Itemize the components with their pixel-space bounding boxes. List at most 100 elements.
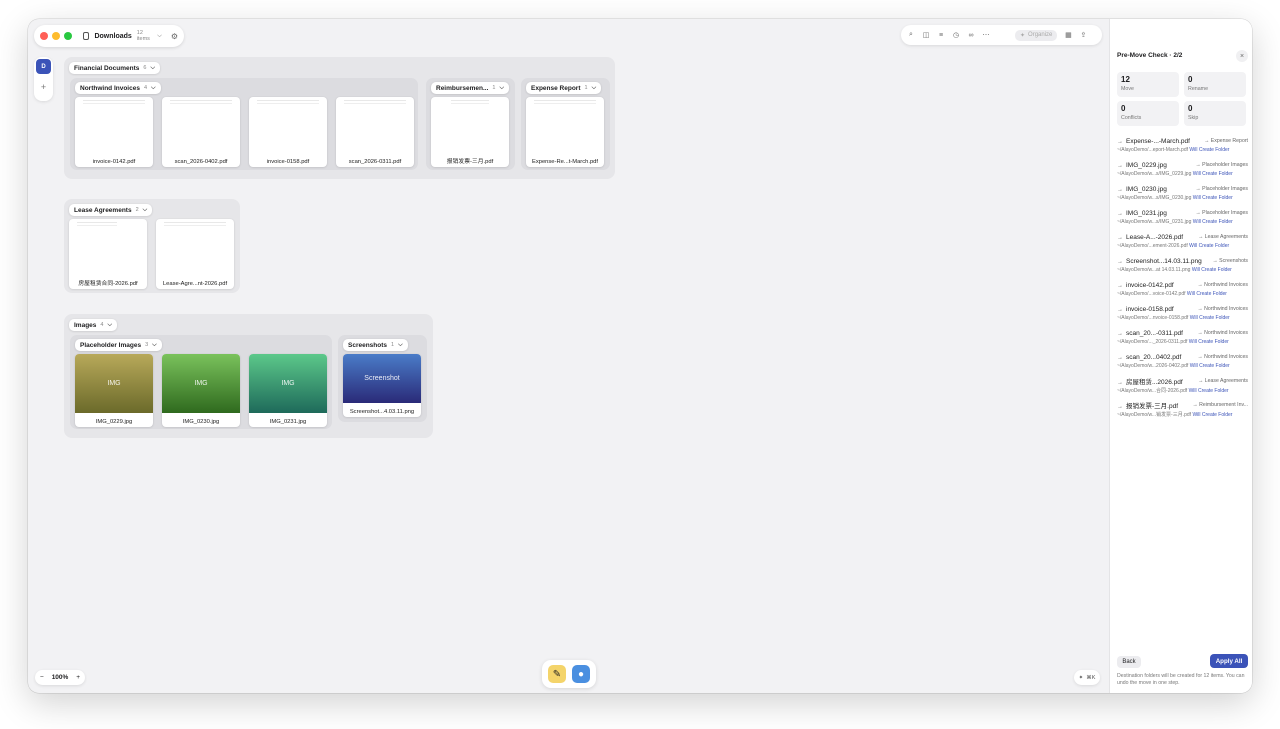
group-financial-documents[interactable]: Financial Documents 6 ⌵ Northwind Invoic… [64, 57, 615, 179]
arrow-right-icon: → [1117, 380, 1123, 386]
file-card[interactable]: invoice-0158.pdf [249, 97, 327, 167]
command-shortcut[interactable]: ✦ ⌘K [1074, 670, 1100, 685]
window-titlebar: Downloads 12 items ⌵ ⚙ [34, 25, 184, 47]
list-item[interactable]: → IMG_0229.jpg → Placeholder Images ~/Alay… [1117, 160, 1248, 184]
arrow-right-icon: → [1117, 354, 1123, 361]
file-card[interactable]: IMG IMG_0230.jpg [162, 354, 240, 427]
move-destination: → Northwind Invoices [1197, 282, 1248, 288]
file-card[interactable]: IMG IMG_0229.jpg [75, 354, 153, 427]
list-item[interactable]: → scan_20...0402.pdf → Northwind Invoices … [1117, 352, 1248, 376]
finder-app-icon[interactable]: ● [572, 665, 590, 683]
move-action: Will Create Folder [1188, 388, 1229, 394]
list-item[interactable]: → Screenshot...14.03.11.png → Screenshots … [1117, 256, 1248, 280]
brush-app-icon[interactable]: ✎ [548, 665, 566, 683]
file-card[interactable]: 报销发票-三月.pdf [431, 97, 509, 167]
list-item[interactable]: → 报销发票-三月.pdf → Reimbursement Inv... ~/Ala… [1117, 400, 1248, 424]
chevron-down-icon: ⌵ [107, 321, 113, 328]
organize-button[interactable]: ✦ Organize [1015, 29, 1058, 41]
subgroup-header[interactable]: Placeholder Images 3 ⌵ [75, 339, 162, 351]
group-count: 4 [100, 322, 104, 328]
subgroup-label: Screenshots [348, 341, 388, 349]
zoom-out-button[interactable]: − [40, 674, 44, 681]
pdf-preview [162, 97, 240, 154]
stat-move: 12 Move [1117, 72, 1179, 97]
stat-value: 0 [1188, 104, 1193, 113]
subgroup-header[interactable]: Screenshots 1 ⌵ [343, 339, 408, 351]
group-lease-agreements[interactable]: Lease Agreements 2 ⌵ 房屋租赁合同-2026.pdf Lea… [64, 199, 240, 293]
move-destination: → Screenshots [1212, 258, 1248, 264]
grid-icon[interactable]: ▦ [1064, 31, 1072, 39]
back-button[interactable]: Back [1117, 656, 1141, 668]
subgroup-header[interactable]: Reimbursemen... 1 ⌵ [431, 82, 510, 94]
file-card[interactable]: IMG IMG_0231.jpg [249, 354, 327, 427]
pdf-preview [249, 97, 327, 154]
close-icon[interactable]: × [1236, 50, 1248, 62]
move-destination: → Reimbursement Inv... [1192, 402, 1248, 408]
shortcut-label: ⌘K [1086, 674, 1096, 681]
image-preview: IMG [249, 354, 327, 413]
list-item[interactable]: → Expense-...-March.pdf → Expense Report ~… [1117, 136, 1248, 160]
subgroup-screenshots[interactable]: Screenshots 1 ⌵ Screenshot Screenshot...… [338, 335, 427, 422]
apply-all-button[interactable]: Apply All [1210, 654, 1248, 668]
file-name: scan_2026-0311.pdf [348, 159, 402, 165]
subgroup-header[interactable]: Northwind Invoices 4 ⌵ [75, 82, 161, 94]
move-action: Will Create Folder [1191, 267, 1232, 273]
chevron-down-icon[interactable]: ⌵ [157, 33, 162, 40]
list-item[interactable]: → 房屋租赁...2026.pdf → Lease Agreements ~/Ala… [1117, 376, 1248, 400]
subgroup-reimbursement[interactable]: Reimbursemen... 1 ⌵ 报销发票-三月.pdf [426, 78, 515, 170]
list-item[interactable]: → IMG_0230.jpg → Placeholder Images ~/Alay… [1117, 184, 1248, 208]
arrow-right-icon: → [1117, 186, 1123, 193]
list-item[interactable]: → scan_20...-0311.pdf → Northwind Invoices… [1117, 328, 1248, 352]
close-window-button[interactable] [40, 32, 48, 40]
pdf-preview [431, 97, 509, 154]
subgroup-placeholder-images[interactable]: Placeholder Images 3 ⌵ IMG IMG_0229.jpg … [70, 335, 332, 429]
zoom-level: 100% [51, 674, 69, 681]
filter-icon[interactable]: ≡ [937, 32, 945, 39]
search-icon[interactable]: ⌕ [907, 31, 915, 39]
zoom-window-button[interactable] [64, 32, 72, 40]
file-card[interactable]: Lease-Agre...nt-2026.pdf [156, 219, 234, 289]
zoom-in-button[interactable]: + [76, 674, 80, 681]
file-card[interactable]: Screenshot Screenshot...4.03.11.png [343, 354, 421, 417]
file-card[interactable]: 房屋租赁合同-2026.pdf [69, 219, 147, 289]
clock-icon[interactable]: ◷ [952, 31, 960, 39]
subgroup-northwind-invoices[interactable]: Northwind Invoices 4 ⌵ invoice-0142.pdf … [70, 78, 418, 170]
move-source-path: ~/AlayoDemo/w...合同-2026.pdf [1117, 388, 1188, 394]
minimize-window-button[interactable] [52, 32, 60, 40]
move-file-name: IMG_0231.jpg [1126, 209, 1167, 217]
subgroup-header[interactable]: Expense Report 1 ⌵ [526, 82, 602, 94]
move-source-path: ~/AlayoDemo/w...s/IMG_0229.jpg [1117, 171, 1192, 177]
add-icon[interactable]: + [41, 82, 46, 92]
file-card[interactable]: invoice-0142.pdf [75, 97, 153, 167]
stat-label: Skip [1188, 115, 1199, 121]
sidebar-icon[interactable]: ◫ [922, 31, 930, 39]
move-file-name: scan_20...-0311.pdf [1126, 329, 1183, 337]
list-item[interactable]: → Lease-A...-2026.pdf → Lease Agreements ~… [1117, 232, 1248, 256]
sparkle-icon: ✦ [1020, 32, 1026, 39]
list-item[interactable]: → IMG_0231.jpg → Placeholder Images ~/Alay… [1117, 208, 1248, 232]
more-icon[interactable]: ⋯ [982, 31, 990, 39]
subgroup-label: Expense Report [531, 84, 581, 92]
subgroup-expense-report[interactable]: Expense Report 1 ⌵ Expense-Re...t-March.… [521, 78, 610, 170]
group-header[interactable]: Financial Documents 6 ⌵ [69, 62, 160, 74]
file-card[interactable]: scan_2026-0311.pdf [336, 97, 414, 167]
file-card[interactable]: scan_2026-0402.pdf [162, 97, 240, 167]
list-item[interactable]: → invoice-0158.pdf → Northwind Invoices ~/… [1117, 304, 1248, 328]
move-destination: → Lease Agreements [1198, 378, 1248, 384]
move-action: Will Create Folder [1189, 315, 1230, 321]
group-header[interactable]: Lease Agreements 2 ⌵ [69, 204, 153, 216]
gear-icon[interactable]: ⚙ [171, 32, 178, 41]
file-name: invoice-0142.pdf [92, 159, 136, 165]
link-icon[interactable]: ∞ [967, 32, 975, 39]
share-icon[interactable]: ⇪ [1079, 31, 1087, 39]
move-action: Will Create Folder [1192, 171, 1233, 177]
file-name: 报销发票-三月.pdf [446, 159, 494, 165]
group-header[interactable]: Images 4 ⌵ [69, 319, 118, 331]
file-card[interactable]: Expense-Re...t-March.pdf [526, 97, 604, 167]
avatar[interactable]: D [36, 59, 51, 74]
move-file-name: Screenshot...14.03.11.png [1126, 257, 1202, 265]
organizer-canvas[interactable]: Downloads 12 items ⌵ ⚙ ⌕ ◫ ≡ ◷ ∞ ⋯ ✦ Org… [28, 19, 1109, 693]
pdf-preview [69, 219, 147, 276]
group-images[interactable]: Images 4 ⌵ Placeholder Images 3 ⌵ IMG IM… [64, 314, 433, 438]
list-item[interactable]: → invoice-0142.pdf → Northwind Invoices ~/… [1117, 280, 1248, 304]
